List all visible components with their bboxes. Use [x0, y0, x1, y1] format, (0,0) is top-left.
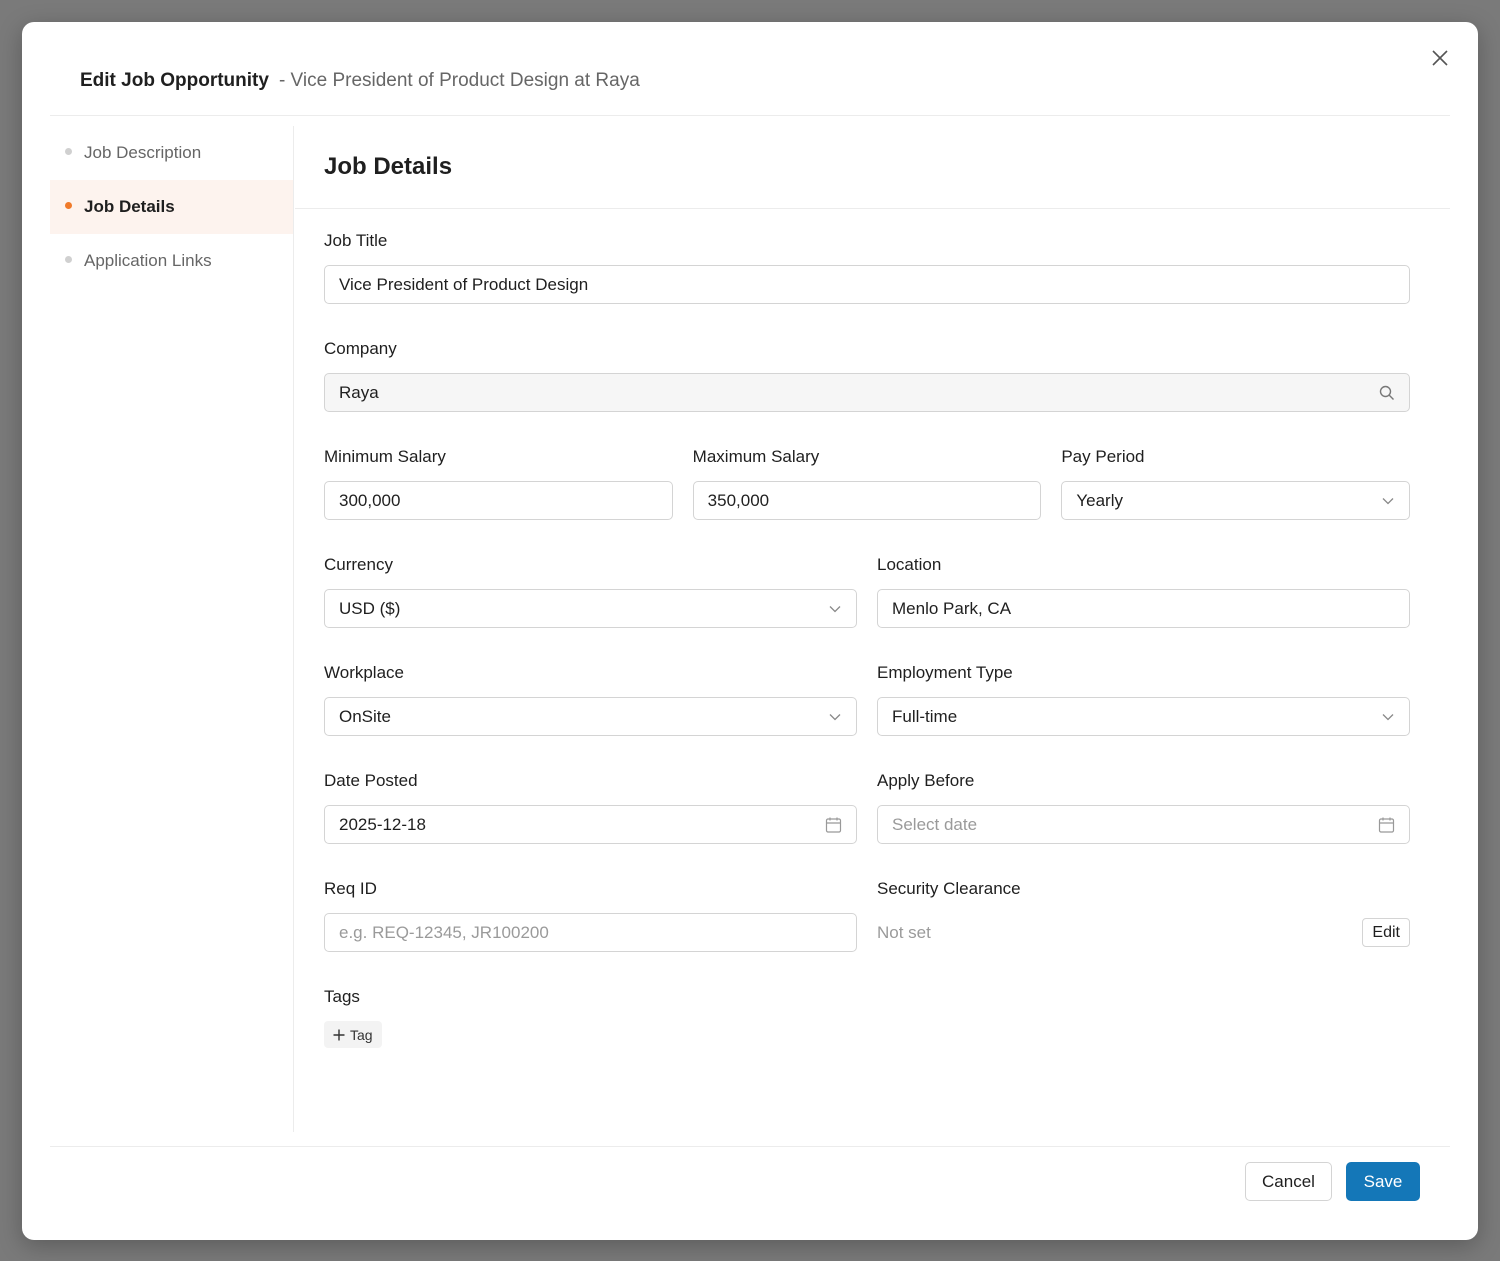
security-clearance-label: Security Clearance	[877, 879, 1021, 898]
tags-label: Tags	[324, 987, 360, 1006]
workplace-value: OnSite	[339, 706, 391, 726]
apply-before-picker[interactable]: Select date	[877, 805, 1410, 844]
calendar-icon	[825, 816, 842, 833]
sidebar-item-label: Application Links	[84, 251, 212, 270]
chevron-down-icon	[1381, 494, 1395, 508]
calendar-icon	[1378, 816, 1395, 833]
location-label: Location	[877, 555, 942, 574]
workplace-label: Workplace	[324, 663, 404, 682]
min-salary-value: 300,000	[339, 490, 401, 510]
workplace-select[interactable]: OnSite	[324, 697, 857, 736]
job-details-form: Job Title Vice President of Product Desi…	[324, 230, 1411, 1048]
req-id-label: Req ID	[324, 879, 377, 898]
location-value: Menlo Park, CA	[892, 598, 1012, 618]
modal-subtitle: - Vice President of Product Design at Ra…	[278, 69, 640, 91]
date-posted-label: Date Posted	[324, 771, 418, 790]
sidebar-item-job-description[interactable]: Job Description	[50, 126, 293, 180]
bullet-icon	[65, 256, 72, 263]
max-salary-input[interactable]: 350,000	[692, 481, 1042, 520]
job-title-label: Job Title	[324, 231, 388, 250]
section-header: Job Details	[295, 126, 1450, 209]
sidebar-item-label: Job Details	[84, 197, 175, 216]
job-title-input[interactable]: Vice President of Product Design	[324, 265, 1410, 304]
add-tag-button[interactable]: Tag	[324, 1021, 382, 1048]
footer-actions: Cancel Save	[1245, 1162, 1420, 1201]
cancel-button[interactable]: Cancel	[1245, 1162, 1332, 1201]
sidebar-item-label: Job Description	[84, 143, 202, 162]
security-clearance-value: Not set	[877, 922, 931, 942]
save-button[interactable]: Save	[1346, 1162, 1420, 1201]
pay-period-select[interactable]: Yearly	[1061, 481, 1411, 520]
edit-security-clearance-button[interactable]: Edit	[1362, 918, 1410, 947]
job-title-value: Vice President of Product Design	[339, 274, 589, 294]
min-salary-input[interactable]: 300,000	[324, 481, 673, 520]
security-clearance-row: Not set Edit	[877, 913, 1410, 952]
min-salary-label: Minimum Salary	[324, 447, 446, 466]
section-title: Job Details	[324, 153, 453, 180]
modal-title: Edit Job Opportunity	[80, 69, 269, 91]
edit-job-modal: Edit Job Opportunity - Vice President of…	[22, 22, 1478, 1240]
sidebar-item-application-links[interactable]: Application Links	[50, 234, 293, 288]
employment-type-select[interactable]: Full-time	[877, 697, 1410, 736]
company-label: Company	[324, 339, 397, 358]
sidebar-item-job-details[interactable]: Job Details	[50, 180, 293, 234]
plus-icon	[333, 1029, 345, 1040]
bullet-icon	[65, 148, 72, 155]
add-tag-label: Tag	[350, 1026, 373, 1043]
pay-period-label: Pay Period	[1061, 447, 1145, 466]
location-input[interactable]: Menlo Park, CA	[877, 589, 1410, 628]
req-id-input[interactable]: e.g. REQ-12345, JR100200	[324, 913, 857, 952]
date-posted-value: 2025-12-18	[339, 814, 426, 834]
apply-before-placeholder: Select date	[892, 814, 978, 834]
pay-period-value: Yearly	[1076, 490, 1123, 510]
chevron-down-icon	[1381, 710, 1395, 724]
search-icon[interactable]	[1379, 385, 1395, 401]
employment-type-value: Full-time	[892, 706, 958, 726]
max-salary-label: Maximum Salary	[692, 447, 820, 466]
chevron-down-icon	[828, 602, 842, 616]
chevron-down-icon	[828, 710, 842, 724]
apply-before-label: Apply Before	[877, 771, 975, 790]
max-salary-value: 350,000	[707, 490, 770, 510]
content-panel: Job Details Job Title Vice President of …	[295, 126, 1450, 1132]
currency-select[interactable]: USD ($)	[324, 589, 857, 628]
modal-header: Edit Job Opportunity - Vice President of…	[50, 22, 1450, 116]
sidebar-nav: Job Description Job Details Application …	[50, 126, 294, 1132]
employment-type-label: Employment Type	[877, 663, 1013, 682]
date-posted-picker[interactable]: 2025-12-18	[324, 805, 857, 844]
company-search-input[interactable]: Raya	[324, 373, 1410, 412]
footer-divider	[50, 1146, 1450, 1147]
req-id-placeholder: e.g. REQ-12345, JR100200	[339, 922, 549, 942]
bullet-icon	[65, 202, 72, 209]
currency-label: Currency	[324, 555, 393, 574]
currency-value: USD ($)	[339, 598, 401, 618]
company-value: Raya	[339, 382, 379, 402]
